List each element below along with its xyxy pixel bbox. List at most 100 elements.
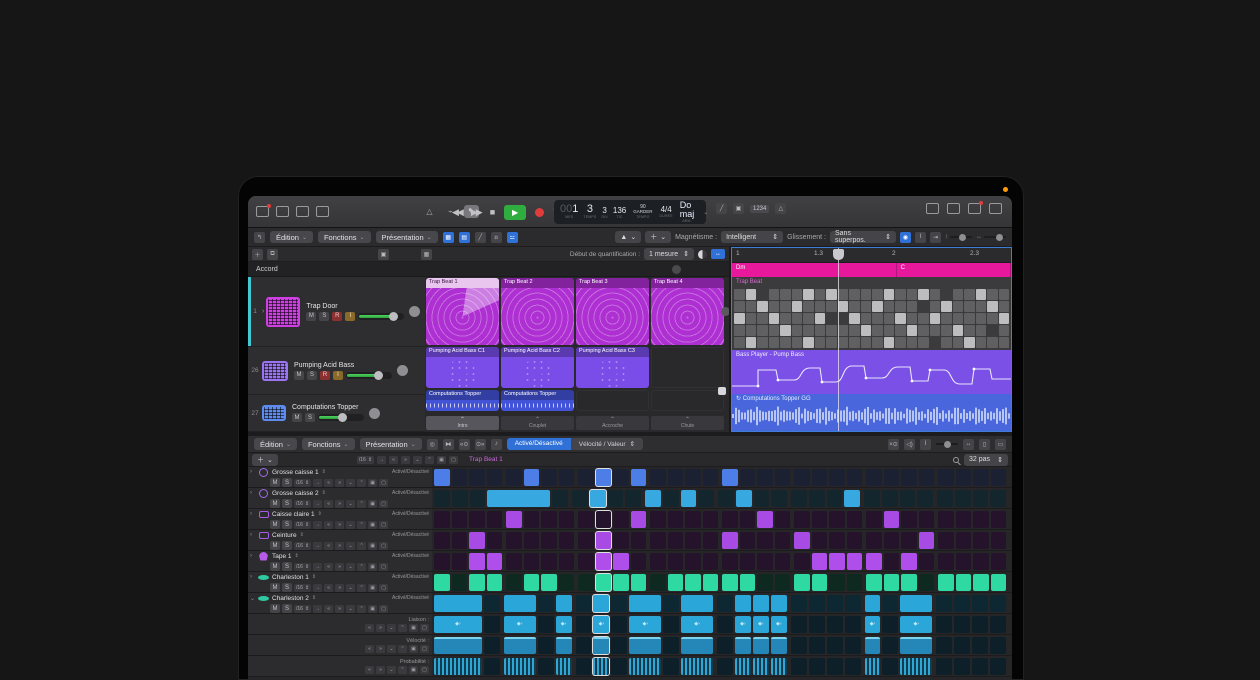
step-cell[interactable] bbox=[552, 490, 568, 507]
mode-velocity-value[interactable]: Vélocité / Valeur⇕ bbox=[571, 438, 643, 450]
step-cell-active[interactable] bbox=[844, 490, 860, 507]
step-cell[interactable] bbox=[829, 511, 845, 528]
step-cell[interactable] bbox=[882, 616, 898, 633]
step-cell[interactable] bbox=[972, 595, 988, 612]
editors-icon[interactable] bbox=[947, 203, 960, 214]
step-cell[interactable] bbox=[919, 511, 935, 528]
step-cell[interactable] bbox=[559, 469, 575, 486]
copy-icon[interactable]: ▣ bbox=[437, 456, 446, 464]
step-cell[interactable] bbox=[613, 532, 629, 549]
step-cell[interactable] bbox=[668, 511, 684, 528]
step-cell-active[interactable] bbox=[900, 637, 932, 654]
media-browser-icon[interactable] bbox=[316, 206, 329, 217]
step-cell[interactable] bbox=[685, 469, 701, 486]
step-cell[interactable] bbox=[611, 616, 627, 633]
step-cell-active[interactable] bbox=[506, 511, 522, 528]
stop-icon[interactable]: ■ bbox=[490, 207, 495, 217]
step-cell[interactable] bbox=[434, 490, 450, 507]
step-cell-active[interactable] bbox=[434, 658, 482, 675]
decrement-icon[interactable]: ⌄ bbox=[346, 500, 355, 508]
disclosure-icon[interactable]: › bbox=[250, 511, 255, 517]
step-cell-active[interactable] bbox=[753, 595, 769, 612]
step-cell-active[interactable] bbox=[703, 574, 719, 591]
step-cell-active[interactable] bbox=[629, 595, 661, 612]
mute-button[interactable]: M bbox=[270, 520, 280, 529]
scene-trigger-accroche[interactable]: ⌃Accroche bbox=[576, 416, 649, 430]
step-cell[interactable] bbox=[538, 616, 554, 633]
metronome-settings-icon[interactable]: △ bbox=[422, 205, 437, 218]
disclosure-icon[interactable]: ⌄ bbox=[250, 595, 255, 602]
playmode-icon[interactable]: → bbox=[313, 605, 322, 613]
step-cell[interactable] bbox=[611, 637, 627, 654]
rotate-right-icon[interactable]: » bbox=[335, 563, 344, 571]
step-cell-active[interactable] bbox=[556, 595, 572, 612]
step-cell-active[interactable]: ◆› bbox=[900, 616, 932, 633]
volume-knob[interactable] bbox=[338, 413, 347, 422]
step-cell[interactable] bbox=[434, 511, 450, 528]
step-cell-active[interactable] bbox=[613, 574, 629, 591]
step-cell[interactable] bbox=[882, 595, 898, 612]
step-cell[interactable] bbox=[866, 532, 882, 549]
autoscroll-icon[interactable]: ⇥ bbox=[930, 232, 941, 243]
metronome-icon[interactable]: △ bbox=[775, 203, 786, 214]
step-cell-active[interactable] bbox=[596, 532, 612, 549]
step-cell[interactable] bbox=[809, 595, 825, 612]
playhead-line[interactable] bbox=[838, 248, 839, 431]
step-cell[interactable] bbox=[541, 469, 557, 486]
step-cell[interactable] bbox=[452, 553, 468, 570]
loop-cell[interactable]: Pumping Acid Bass C3 bbox=[576, 347, 649, 388]
step-cell-active[interactable] bbox=[593, 595, 609, 612]
step-cell[interactable] bbox=[611, 658, 627, 675]
menu-fonctions[interactable]: Fonctions⌄ bbox=[318, 231, 371, 243]
step-cell-active[interactable] bbox=[866, 574, 882, 591]
step-cell[interactable] bbox=[954, 595, 970, 612]
copy-icon[interactable]: ▣ bbox=[368, 563, 377, 571]
step-cell[interactable] bbox=[990, 595, 1006, 612]
volume-knob[interactable] bbox=[389, 312, 398, 321]
step-cell-active[interactable] bbox=[681, 658, 713, 675]
step-cell[interactable] bbox=[663, 658, 679, 675]
step-cell[interactable] bbox=[882, 658, 898, 675]
audition-icon[interactable]: ◉ bbox=[900, 232, 911, 243]
rate-select[interactable]: /16⇕ bbox=[294, 521, 311, 529]
step-cell[interactable] bbox=[703, 532, 719, 549]
lcd-chevron-icon[interactable]: ⌄ bbox=[703, 209, 708, 216]
step-cell-active[interactable] bbox=[722, 469, 738, 486]
solo-button[interactable]: S bbox=[307, 371, 317, 380]
step-cell[interactable] bbox=[506, 553, 522, 570]
step-cell[interactable] bbox=[578, 469, 594, 486]
step-cell[interactable] bbox=[956, 511, 972, 528]
row-stepper-icon[interactable]: ⇕ bbox=[312, 574, 316, 580]
step-cell[interactable] bbox=[972, 616, 988, 633]
step-cell-active[interactable] bbox=[434, 637, 482, 654]
disclosure-icon[interactable]: › bbox=[250, 490, 255, 496]
step-cell[interactable] bbox=[506, 532, 522, 549]
mute-button[interactable]: M bbox=[270, 583, 280, 592]
step-cell[interactable] bbox=[809, 658, 825, 675]
step-cell-active[interactable] bbox=[434, 574, 450, 591]
step-cell[interactable] bbox=[668, 553, 684, 570]
project-window-icon[interactable] bbox=[256, 206, 269, 217]
step-cell[interactable] bbox=[470, 490, 486, 507]
step-cell[interactable] bbox=[900, 490, 916, 507]
step-cell[interactable] bbox=[484, 658, 500, 675]
mute-button[interactable]: M bbox=[292, 413, 302, 422]
step-cell-active[interactable] bbox=[884, 511, 900, 528]
scene-trigger-intro[interactable]: ⌃Intro bbox=[426, 416, 499, 430]
step-cell[interactable] bbox=[608, 490, 624, 507]
menu-edition[interactable]: Édition⌄ bbox=[254, 438, 297, 450]
step-cell[interactable] bbox=[882, 490, 898, 507]
step-cell[interactable] bbox=[722, 553, 738, 570]
step-cell-active[interactable] bbox=[794, 574, 810, 591]
step-cell[interactable] bbox=[572, 490, 588, 507]
step-cell[interactable] bbox=[754, 490, 770, 507]
step-cell-active[interactable]: ◆› bbox=[735, 616, 751, 633]
step-cell[interactable] bbox=[469, 469, 485, 486]
volume-knob[interactable] bbox=[374, 371, 383, 380]
input-button[interactable]: I bbox=[345, 312, 355, 321]
copy-icon[interactable]: ▣ bbox=[368, 542, 377, 550]
rotate-left-icon[interactable]: « bbox=[324, 605, 333, 613]
decrement-icon[interactable]: ⌄ bbox=[346, 563, 355, 571]
step-cell-active[interactable] bbox=[771, 658, 787, 675]
step-cell[interactable] bbox=[538, 637, 554, 654]
